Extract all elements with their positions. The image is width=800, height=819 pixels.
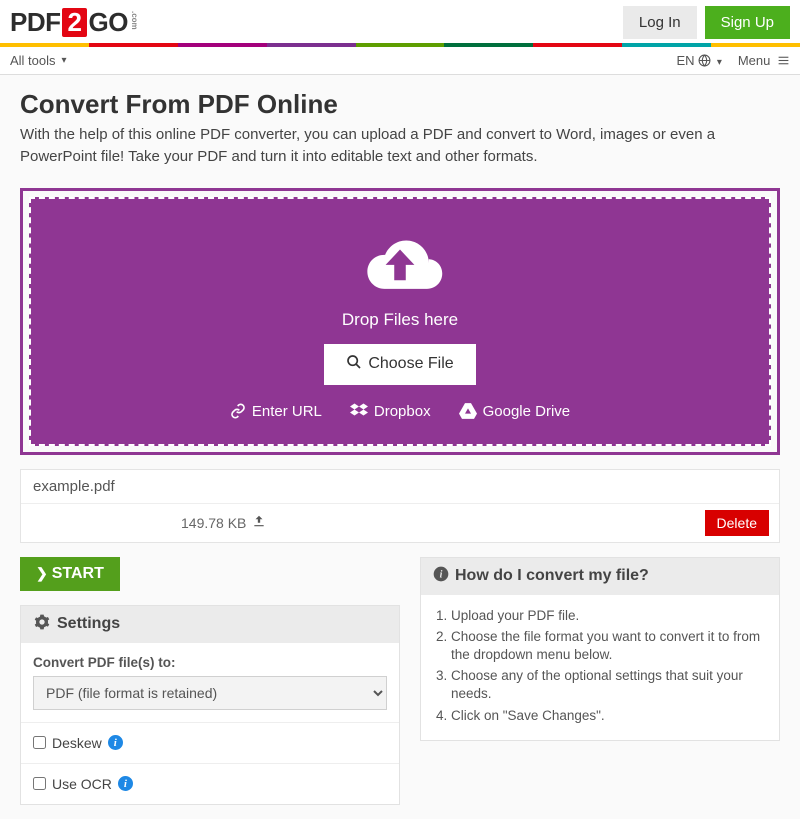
- help-header-label: How do I convert my file?: [455, 567, 649, 585]
- page-subtitle: With the help of this online PDF convert…: [20, 124, 780, 168]
- file-dropzone[interactable]: Drop Files here Choose File Enter URL Dr…: [29, 197, 771, 446]
- svg-text:i: i: [440, 569, 443, 580]
- google-drive-icon: [459, 403, 477, 419]
- logo-text-com: .com: [130, 11, 139, 30]
- settings-header-label: Settings: [57, 615, 120, 633]
- convert-to-label: Convert PDF file(s) to:: [33, 655, 387, 670]
- language-selector[interactable]: EN ▾: [677, 53, 722, 68]
- google-drive-label: Google Drive: [483, 403, 571, 420]
- start-label: START: [52, 565, 104, 583]
- file-name: example.pdf: [21, 470, 779, 504]
- globe-icon: [698, 53, 711, 68]
- enter-url-link[interactable]: Enter URL: [230, 403, 322, 420]
- convert-to-select[interactable]: PDF (file format is retained): [33, 676, 387, 710]
- dropzone-text: Drop Files here: [51, 310, 749, 330]
- choose-file-button[interactable]: Choose File: [324, 344, 475, 385]
- deskew-label: Deskew: [52, 735, 102, 751]
- menu-button[interactable]: Menu: [738, 53, 790, 68]
- hamburger-icon: [774, 53, 790, 68]
- choose-file-label: Choose File: [368, 355, 453, 373]
- dropbox-link[interactable]: Dropbox: [350, 403, 431, 420]
- deskew-checkbox[interactable]: [33, 736, 46, 749]
- google-drive-link[interactable]: Google Drive: [459, 403, 571, 420]
- uploaded-file-row: example.pdf 149.78 KB Delete: [20, 469, 780, 543]
- use-ocr-label: Use OCR: [52, 776, 112, 792]
- chevron-right-icon: ❯: [36, 565, 48, 582]
- link-icon: [230, 403, 246, 419]
- file-size: 149.78 KB: [181, 514, 266, 531]
- all-tools-label: All tools: [10, 53, 56, 68]
- start-button[interactable]: ❯ START: [20, 557, 120, 591]
- help-panel: i How do I convert my file? Upload your …: [420, 557, 780, 741]
- upload-cloud-icon: [51, 227, 749, 304]
- info-circle-icon: i: [433, 566, 449, 587]
- gears-icon: [33, 614, 51, 635]
- dropbox-icon: [350, 403, 368, 419]
- site-logo[interactable]: PDF 2 GO .com: [10, 7, 139, 38]
- help-step: Choose any of the optional settings that…: [451, 667, 767, 703]
- signup-button[interactable]: Sign Up: [705, 6, 790, 39]
- settings-panel: Settings Convert PDF file(s) to: PDF (fi…: [20, 605, 400, 805]
- enter-url-label: Enter URL: [252, 403, 322, 420]
- menu-label: Menu: [738, 53, 771, 68]
- info-icon[interactable]: i: [118, 776, 133, 791]
- all-tools-dropdown[interactable]: All tools ▾: [10, 53, 67, 68]
- chevron-down-icon: ▾: [62, 55, 67, 66]
- login-button[interactable]: Log In: [623, 6, 697, 39]
- language-label: EN: [677, 53, 695, 68]
- help-step: Choose the file format you want to conve…: [451, 628, 767, 664]
- decorative-color-bar: [0, 43, 800, 47]
- upload-icon: [252, 514, 266, 531]
- search-icon: [346, 354, 362, 375]
- help-step: Click on "Save Changes".: [451, 707, 767, 725]
- dropbox-label: Dropbox: [374, 403, 431, 420]
- page-title: Convert From PDF Online: [20, 89, 780, 120]
- logo-text-two: 2: [62, 8, 88, 38]
- help-step: Upload your PDF file.: [451, 607, 767, 625]
- chevron-down-icon: ▾: [717, 57, 722, 68]
- delete-file-button[interactable]: Delete: [705, 510, 769, 536]
- use-ocr-checkbox[interactable]: [33, 777, 46, 790]
- logo-text-pdf: PDF: [10, 7, 61, 38]
- logo-text-go: GO: [88, 7, 127, 38]
- info-icon[interactable]: i: [108, 735, 123, 750]
